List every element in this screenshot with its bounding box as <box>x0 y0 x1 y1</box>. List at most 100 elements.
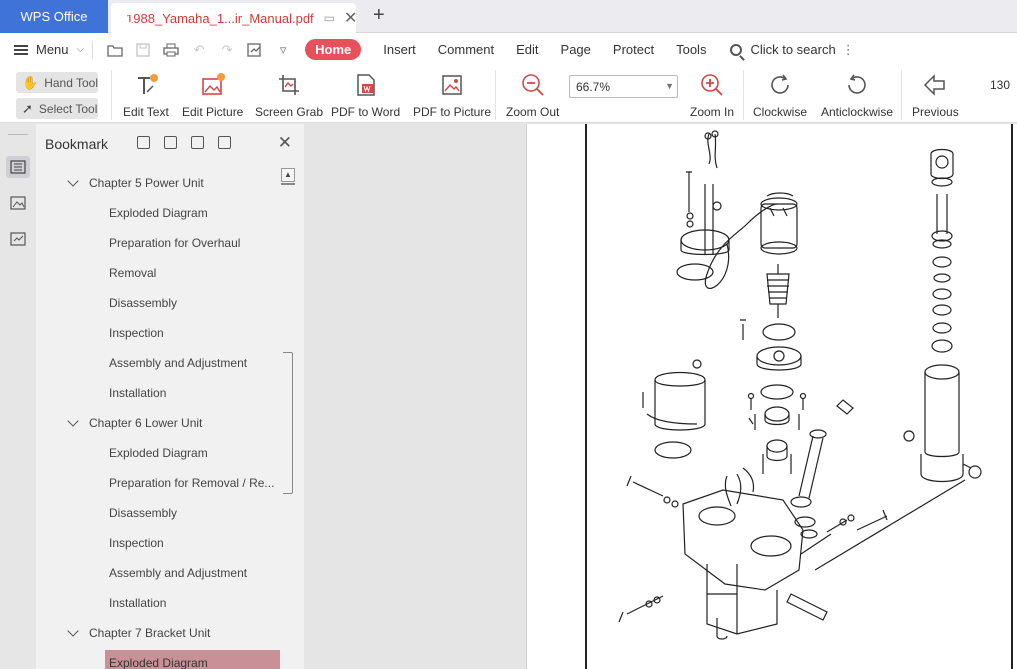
bookmark-chapter[interactable]: Chapter 6 Lower Unit <box>36 408 296 438</box>
bookmark-chapter[interactable]: Chapter 5 Power Unit <box>36 168 296 198</box>
chevron-down-icon[interactable] <box>67 174 79 187</box>
bookmark-chapter[interactable]: Chapter 7 Bracket Unit <box>36 618 296 648</box>
collapse-all-icon[interactable] <box>164 136 177 149</box>
bookmark-item[interactable]: Installation <box>36 378 296 408</box>
page-number-input[interactable]: 130 <box>971 78 1017 96</box>
edit-picture-button[interactable]: Edit Picture <box>182 72 243 119</box>
open-folder-icon[interactable] <box>107 43 123 57</box>
add-bookmark-icon[interactable] <box>191 136 204 149</box>
close-tab-icon[interactable]: ✕ <box>344 8 357 28</box>
divider <box>111 70 112 120</box>
divider <box>92 40 94 59</box>
bookmark-label: Preparation for Removal / Re... <box>109 476 275 490</box>
bookmark-label: Installation <box>109 386 167 400</box>
export-icon[interactable] <box>247 42 263 57</box>
chevron-down-icon: ▼ <box>665 81 674 91</box>
anticlockwise-label: Anticlockwise <box>821 105 894 119</box>
zoom-in-label: Zoom In <box>690 105 735 119</box>
zoom-out-button[interactable]: Zoom Out <box>506 72 559 119</box>
ribbon-menu-bar: Menu ⌵ ↶ ↷ ▿ Home Insert Comment Edit Pa… <box>0 33 1017 66</box>
page-frame <box>585 124 1013 669</box>
rotate-anticlockwise-button[interactable]: Anticlockwise <box>821 72 893 119</box>
hamburger-icon <box>14 44 28 55</box>
divider <box>495 70 496 120</box>
bookmark-label: Exploded Diagram <box>109 446 208 460</box>
bookmark-item[interactable]: Exploded Diagram <box>36 198 296 228</box>
edit-text-button[interactable]: Edit Text <box>123 72 169 119</box>
bookmark-item[interactable]: Inspection <box>36 528 296 558</box>
tab-comment[interactable]: Comment <box>438 42 494 57</box>
rotate-clockwise-button[interactable]: Clockwise <box>753 72 807 119</box>
tab-edit[interactable]: Edit <box>516 42 538 57</box>
screen-grab-icon <box>276 72 302 98</box>
bookmark-item[interactable]: Exploded Diagram <box>36 438 296 468</box>
search-box[interactable]: Click to search ⋮ <box>730 42 855 58</box>
main-menu-button[interactable]: Menu ⌵ <box>14 42 84 57</box>
clockwise-label: Clockwise <box>753 105 808 119</box>
bookmark-item[interactable]: Disassembly <box>36 288 296 318</box>
bookmark-settings-icon[interactable] <box>218 136 231 149</box>
bookmark-label: Disassembly <box>109 506 178 520</box>
bookmark-item[interactable]: Removal <box>36 258 296 288</box>
scrollbar-thumb[interactable] <box>283 352 293 494</box>
pin-tab-icon[interactable]: ▭ <box>324 11 335 25</box>
annotation-panel-icon[interactable] <box>6 228 30 250</box>
pdf-to-picture-button[interactable]: PDF to Picture <box>413 72 491 119</box>
zoom-level-select[interactable]: 66.7% ▼ <box>569 75 678 98</box>
ribbon-toolbar: ✋ Hand Tool ➚ Select Tool Edit Text Edit… <box>0 66 1017 123</box>
scrollbar-track <box>281 183 295 185</box>
bookmark-label: Chapter 6 Lower Unit <box>89 416 203 430</box>
bookmark-label: Inspection <box>109 326 164 340</box>
cursor-icon: ➚ <box>22 100 33 116</box>
bookmark-label: Installation <box>109 596 167 610</box>
bookmark-item[interactable]: Preparation for Removal / Re... <box>36 468 296 498</box>
thumbnail-panel-icon[interactable] <box>6 192 30 214</box>
chevron-down-icon[interactable] <box>67 624 79 637</box>
bookmark-item[interactable]: Assembly and Adjustment <box>36 348 296 378</box>
screen-grab-button[interactable]: Screen Grab <box>255 72 323 119</box>
app-home-tab[interactable]: WPS Office <box>0 0 108 33</box>
pdf-to-word-icon <box>353 72 379 98</box>
chevron-down-icon[interactable] <box>67 414 79 427</box>
save-icon[interactable] <box>135 42 151 57</box>
zoom-level-value: 66.7% <box>576 80 611 94</box>
pdf-to-word-button[interactable]: PDF to Word <box>331 72 400 119</box>
expand-all-icon[interactable] <box>137 136 150 149</box>
bookmark-list: Chapter 5 Power Unit Exploded Diagram Pr… <box>36 168 296 669</box>
select-tool-button[interactable]: ➚ Select Tool <box>16 98 98 119</box>
document-viewport[interactable] <box>304 124 1017 669</box>
bookmark-panel-icon[interactable] <box>6 156 30 178</box>
undo-icon[interactable]: ↶ <box>191 42 207 57</box>
bookmark-item[interactable]: Inspection <box>36 318 296 348</box>
new-tab-button[interactable]: + <box>373 4 385 27</box>
chevron-down-icon: ⌵ <box>76 44 85 55</box>
scroll-up-arrow[interactable]: ▲ <box>281 168 295 182</box>
more-options-icon[interactable]: ⋮ <box>842 42 855 58</box>
bookmark-item[interactable]: Disassembly <box>36 498 296 528</box>
document-tab[interactable]: 1988_Yamaha_1...ir_Manual.pdf ▭ ✕ <box>111 3 357 33</box>
previous-label: Previous <box>912 105 959 119</box>
pdf-to-picture-label: PDF to Picture <box>413 105 492 119</box>
bookmark-item[interactable]: Installation <box>36 588 296 618</box>
redo-icon[interactable]: ↷ <box>219 42 235 57</box>
tab-home[interactable]: Home <box>305 39 362 60</box>
tab-page[interactable]: Page <box>561 42 591 57</box>
bookmark-label: Preparation for Overhaul <box>109 236 241 250</box>
previous-page-button[interactable]: Previous <box>912 72 959 119</box>
main-menu-label: Menu <box>36 42 69 57</box>
close-panel-icon[interactable]: ✕ <box>278 133 292 153</box>
quick-access-dropdown-icon[interactable]: ▿ <box>275 42 291 57</box>
bookmark-label: Exploded Diagram <box>109 206 208 220</box>
zoom-in-button[interactable]: Zoom In <box>690 72 734 119</box>
hand-tool-button[interactable]: ✋ Hand Tool <box>16 72 98 93</box>
tab-insert[interactable]: Insert <box>383 42 416 57</box>
tab-tools[interactable]: Tools <box>676 42 706 57</box>
print-icon[interactable] <box>163 43 179 57</box>
arrow-left-icon <box>922 72 948 98</box>
tab-protect[interactable]: Protect <box>613 42 654 57</box>
bookmark-item[interactable]: Assembly and Adjustment <box>36 558 296 588</box>
bookmark-item[interactable]: Preparation for Overhaul <box>36 228 296 258</box>
exploded-diagram-illustration <box>618 130 982 640</box>
bookmark-item-selected[interactable]: Exploded Diagram <box>36 648 296 669</box>
search-label: Click to search <box>750 42 836 57</box>
